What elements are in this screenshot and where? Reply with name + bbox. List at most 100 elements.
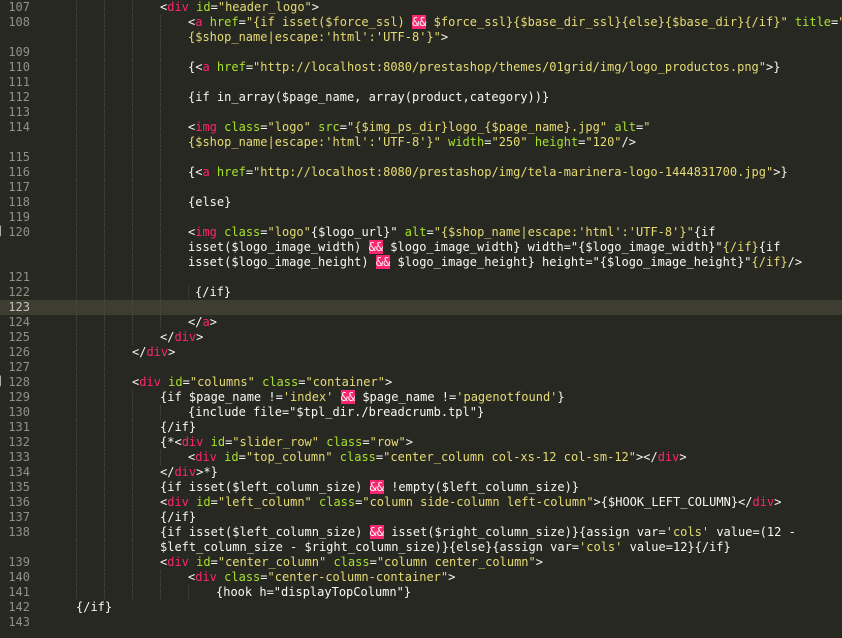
code-token: {if isset($left_column_size): [160, 525, 370, 539]
code-line[interactable]: 125 </div>: [0, 330, 842, 345]
code-line[interactable]: isset($logo_image_height) && $logo_image…: [0, 255, 842, 270]
code-text[interactable]: {$shop_name|escape:'html':'UTF-8'}" widt…: [188, 135, 636, 150]
code-text[interactable]: <div id="top_column" class="center_colum…: [188, 450, 687, 465]
code-line[interactable]: 126 </div>: [0, 345, 842, 360]
code-line[interactable]: 132 {*<div id="slider_row" class="row">: [0, 435, 842, 450]
code-line[interactable]: 139 <div id="center_column" class="column…: [0, 555, 842, 570]
code-text[interactable]: </a>: [188, 315, 217, 330]
code-line[interactable]: 117: [0, 180, 842, 195]
indent-guide: [160, 195, 161, 210]
code-token: "columns": [189, 375, 255, 389]
code-text[interactable]: </div>: [160, 330, 203, 345]
code-token: value=12}{/if}: [622, 540, 731, 554]
code-text[interactable]: {<a href="http://localhost:8080/prestash…: [188, 165, 788, 180]
code-line[interactable]: 131 {/if}: [0, 420, 842, 435]
code-text[interactable]: <img class="logo"{$logo_url}" alt="{$sho…: [188, 225, 716, 240]
code-line[interactable]: 141 {hook h="displayTopColumn"}: [0, 585, 842, 600]
code-text[interactable]: <div id="columns" class="container">: [132, 375, 392, 390]
code-line[interactable]: {$shop_name|escape:'html':'UTF-8'}">: [0, 30, 842, 45]
code-text[interactable]: {if $page_name !='index' && $page_name !…: [160, 390, 565, 405]
indent-guide: [76, 360, 77, 375]
code-line[interactable]: 118 {else}: [0, 195, 842, 210]
code-token: id: [188, 0, 211, 14]
code-editor[interactable]: 107 <div id="header_logo"> 108 <a href="{if…: [0, 0, 842, 638]
code-line[interactable]: isset($logo_image_width) && $logo_image_…: [0, 240, 842, 255]
code-line[interactable]: 119: [0, 210, 842, 225]
code-line[interactable]: 130 {include file="$tpl_dir./breadcrumb.t…: [0, 405, 842, 420]
code-token: class: [216, 120, 261, 134]
indent-guide: [132, 30, 133, 45]
code-text[interactable]: {<a href="http://localhost:8080/prestash…: [188, 60, 780, 75]
code-line[interactable]: 137 {/if}: [0, 510, 842, 525]
indent-guide: [132, 465, 133, 480]
code-token: />: [621, 135, 636, 149]
code-line[interactable]: 135 {if isset($left_column_size) && !empt…: [0, 480, 842, 495]
code-text[interactable]: {include file="$tpl_dir./breadcrumb.tpl"…: [188, 405, 484, 420]
code-token: class: [332, 450, 376, 464]
code-token: isset($right_column_size)}{assign var=: [383, 525, 666, 539]
code-text[interactable]: <a href="{if isset($force_ssl) && $force…: [188, 15, 842, 30]
code-text[interactable]: {/if}: [160, 420, 196, 435]
code-text[interactable]: <img class="logo" src="{$img_ps_dir}logo…: [188, 120, 650, 135]
code-token: width: [440, 135, 485, 149]
code-line[interactable]: 142 {/if}: [0, 600, 842, 615]
code-line[interactable]: 128 ▏ <div id="columns" class="container">: [0, 375, 842, 390]
code-line[interactable]: 127: [0, 360, 842, 375]
code-line[interactable]: 116 {<a href="http://localhost:8080/prest…: [0, 165, 842, 180]
code-text[interactable]: {if isset($left_column_size) && !empty($…: [160, 480, 579, 495]
code-line[interactable]: 143: [0, 615, 842, 630]
code-text[interactable]: {if isset($left_column_size) && isset($r…: [160, 525, 796, 540]
indent-guide: [160, 570, 161, 585]
code-line[interactable]: 110 {<a href="http://localhost:8080/prest…: [0, 60, 842, 75]
code-line[interactable]: 134 </div>*}: [0, 465, 842, 480]
code-text[interactable]: <div id="left_column" class="column side…: [160, 495, 781, 510]
code-line[interactable]: 112 {if in_array($page_name, array(produc…: [0, 90, 842, 105]
code-text[interactable]: <div id="header_logo">: [160, 0, 319, 15]
code-line[interactable]: 129 {if $page_name !='index' && $page_nam…: [0, 390, 842, 405]
code-line[interactable]: 140 <div class="center-column-container">: [0, 570, 842, 585]
code-line[interactable]: 107 <div id="header_logo">: [0, 0, 842, 15]
code-line[interactable]: 136 <div id="left_column" class="column s…: [0, 495, 842, 510]
code-text[interactable]: <div class="center-column-container">: [188, 570, 455, 585]
line-number: 118: [8, 195, 30, 209]
code-text[interactable]: isset($logo_image_height) && $logo_image…: [188, 255, 802, 270]
code-line[interactable]: 121: [0, 270, 842, 285]
code-text[interactable]: {else}: [188, 195, 231, 210]
code-line[interactable]: 111: [0, 75, 842, 90]
code-token: "top_column": [245, 450, 333, 464]
code-text[interactable]: {/if}: [195, 285, 231, 300]
code-text[interactable]: </div>: [132, 345, 175, 360]
code-line[interactable]: 138 {if isset($left_column_size) && isset…: [0, 525, 842, 540]
code-token: div: [752, 495, 775, 509]
code-line[interactable]: {$shop_name|escape:'html':'UTF-8'}" widt…: [0, 135, 842, 150]
line-number: 111: [8, 75, 30, 89]
code-line[interactable]: 120 ▏ <img class="logo"{$logo_url}" alt="{…: [0, 225, 842, 240]
code-text[interactable]: </div>*}: [160, 465, 218, 480]
code-token: >: [405, 435, 413, 449]
code-text[interactable]: {$shop_name|escape:'html':'UTF-8'}">: [188, 30, 448, 45]
code-line[interactable]: 113: [0, 105, 842, 120]
code-line[interactable]: 115: [0, 150, 842, 165]
code-line[interactable]: $left_column_size - $right_column_size)}…: [0, 540, 842, 555]
indent-guide: [76, 150, 77, 165]
code-text[interactable]: {*<div id="slider_row" class="row">: [160, 435, 413, 450]
code-line[interactable]: 124 </a>: [0, 315, 842, 330]
code-line[interactable]: 123: [0, 300, 842, 315]
code-text[interactable]: {/if}: [76, 600, 112, 615]
code-token: alt: [607, 120, 637, 134]
code-text[interactable]: {hook h="displayTopColumn"}: [216, 585, 411, 600]
code-text[interactable]: {/if}: [160, 510, 196, 525]
code-text[interactable]: $left_column_size - $right_column_size)}…: [160, 540, 731, 555]
code-line[interactable]: 114 <img class="logo" src="{$img_ps_dir}l…: [0, 120, 842, 135]
code-text[interactable]: {if in_array($page_name, array(product,c…: [188, 90, 549, 105]
code-line[interactable]: 133 <div id="top_column" class="center_co…: [0, 450, 842, 465]
indent-guide: [104, 495, 105, 510]
code-token: =: [238, 15, 246, 29]
indent-guide: [76, 390, 77, 405]
code-text[interactable]: isset($logo_image_width) && $logo_image_…: [188, 240, 780, 255]
code-token: class: [254, 375, 299, 389]
code-line[interactable]: 122 {/if}: [0, 285, 842, 300]
code-line[interactable]: 109: [0, 45, 842, 60]
code-line[interactable]: 108 <a href="{if isset($force_ssl) && $fo…: [0, 15, 842, 30]
code-text[interactable]: <div id="center_column" class="column ce…: [160, 555, 543, 570]
